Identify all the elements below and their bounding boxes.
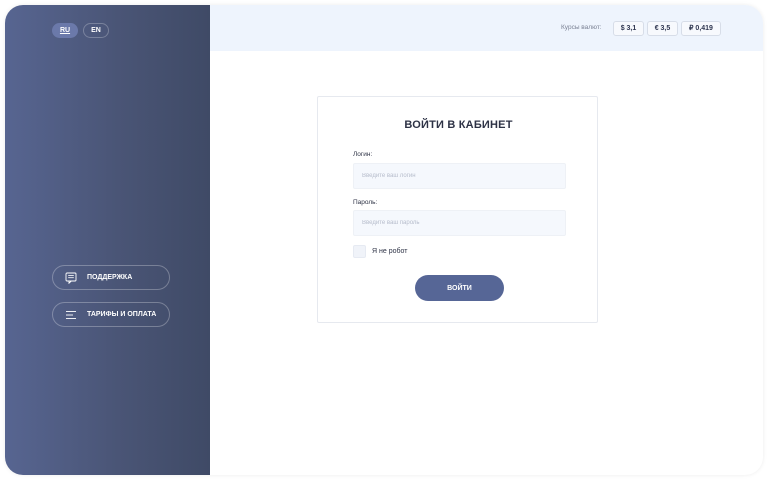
- login-field-label: Логин:: [353, 151, 373, 158]
- menu-lines-icon: [66, 311, 76, 319]
- top-bar: Курсы валют: $ 3,1 € 3,5 ₽ 0,419: [210, 5, 763, 51]
- rate-usd-badge: $ 3,1: [613, 21, 644, 36]
- sidebar: RU EN ПОДДЕРЖКА ТАРИФЫ И ОПЛАТА: [5, 5, 210, 475]
- language-en-button[interactable]: EN: [83, 23, 109, 38]
- login-submit-button[interactable]: ВОЙТИ: [415, 275, 504, 301]
- login-card: ВОЙТИ В КАБИНЕТ Логин: Пароль: Я не робо…: [317, 96, 598, 323]
- password-field-label: Пароль:: [353, 199, 378, 206]
- tariffs-label: ТАРИФЫ И ОПЛАТА: [87, 311, 157, 318]
- rates-label: Курсы валют:: [561, 24, 602, 31]
- password-input[interactable]: [353, 210, 566, 236]
- login-title: ВОЙТИ В КАБИНЕТ: [404, 119, 513, 131]
- language-ru-button[interactable]: RU: [52, 23, 78, 38]
- rate-eur-badge: € 3,5: [647, 21, 678, 36]
- tariffs-button[interactable]: ТАРИФЫ И ОПЛАТА: [52, 302, 170, 327]
- support-button[interactable]: ПОДДЕРЖКА: [52, 265, 170, 290]
- support-label: ПОДДЕРЖКА: [87, 274, 133, 281]
- login-input[interactable]: [353, 163, 566, 189]
- rate-rub-badge: ₽ 0,419: [681, 21, 721, 36]
- not-robot-checkbox[interactable]: [353, 245, 366, 258]
- chat-icon: [65, 272, 77, 284]
- not-robot-label: Я не робот: [372, 248, 408, 255]
